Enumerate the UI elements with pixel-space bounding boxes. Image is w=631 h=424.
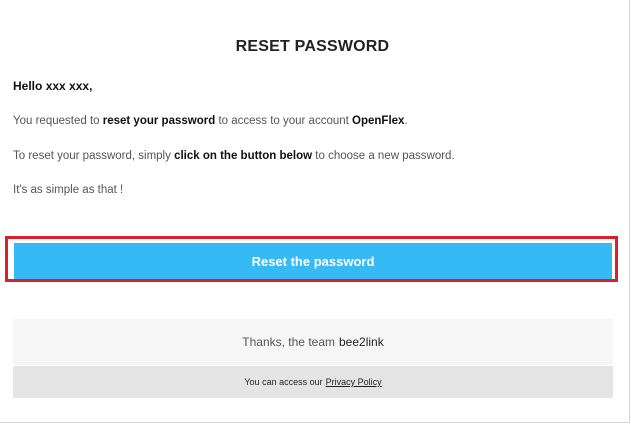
- simple-paragraph: It's as simple as that !: [13, 184, 124, 196]
- thanks-text: Thanks, the team: [242, 335, 335, 349]
- footer-bar: You can access our Privacy Policy: [13, 366, 613, 398]
- greeting-prefix: Hello: [13, 79, 43, 93]
- p2-emphasis-click: click on the button below: [174, 150, 313, 162]
- email-container: RESET PASSWORD Hello xxx xxx, You reques…: [0, 0, 630, 423]
- privacy-policy-link[interactable]: Privacy Policy: [326, 377, 382, 387]
- account-name: OpenFlex: [352, 115, 405, 127]
- brand-name: bee2link: [339, 335, 384, 349]
- access-text: You can access our: [244, 377, 323, 387]
- p1-text-c: to access to your account: [218, 115, 349, 127]
- greeting: Hello xxx xxx,: [13, 79, 92, 93]
- request-paragraph: You requested to reset your password to …: [13, 115, 408, 127]
- p1-period: .: [404, 115, 408, 127]
- p2-text-c: to choose a new password.: [315, 150, 455, 162]
- p1-emphasis-reset: reset your password: [102, 115, 216, 127]
- thanks-box: Thanks, the team bee2link: [13, 319, 613, 365]
- user-name: xxx xxx,: [45, 79, 93, 93]
- instruction-paragraph: To reset your password, simply click on …: [13, 150, 455, 162]
- p1-text-a: You requested to: [13, 115, 100, 127]
- p2-text-a: To reset your password, simply: [13, 150, 171, 162]
- page-title: RESET PASSWORD: [235, 38, 390, 55]
- reset-password-button[interactable]: Reset the password: [14, 243, 612, 279]
